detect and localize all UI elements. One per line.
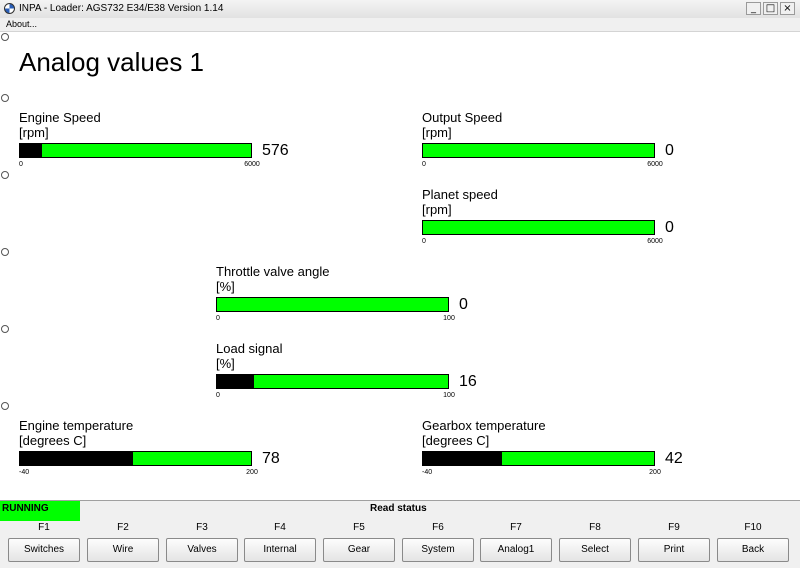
internal-button[interactable]: Internal	[244, 538, 316, 562]
gear-button[interactable]: Gear	[323, 538, 395, 562]
system-button[interactable]: System	[402, 538, 474, 562]
gauge-value: 0	[665, 142, 674, 159]
switches-button[interactable]: Switches	[8, 538, 80, 562]
gauge-label: Throttle valve angle	[216, 264, 330, 279]
gauge-max: 200	[246, 469, 258, 476]
menu-bar: About...	[0, 18, 800, 32]
fkey-label-f9: F9	[668, 522, 680, 533]
gauge-unit: [degrees C]	[19, 433, 87, 448]
fkey-label-f6: F6	[432, 522, 444, 533]
gauge-max: 6000	[244, 161, 260, 168]
title-bar: INPA - Loader: AGS732 E34/E38 Version 1.…	[0, 0, 800, 19]
row-marker-3[interactable]	[1, 171, 9, 179]
gauge-label: Planet speed	[422, 187, 498, 202]
gauge-max: 100	[443, 315, 455, 322]
gauge-bar	[422, 451, 655, 466]
gauge-bar	[19, 451, 252, 466]
gauge-label: Output Speed	[422, 110, 503, 125]
gauge-label: Gearbox temperature	[422, 418, 546, 433]
valves-button[interactable]: Valves	[166, 538, 238, 562]
fkey-label-f5: F5	[353, 522, 365, 533]
wire-button[interactable]: Wire	[87, 538, 159, 562]
row-marker-6[interactable]	[1, 402, 9, 410]
gauge-unit: [rpm]	[19, 125, 49, 140]
gauge-unit: [rpm]	[422, 202, 452, 217]
gauge-max: 200	[649, 469, 661, 476]
maximize-button[interactable]: □	[763, 2, 778, 15]
gauge-min: 0	[216, 392, 220, 399]
gauge-min: 0	[422, 238, 426, 245]
running-status-badge: RUNNING	[0, 501, 80, 521]
gauge-value: 576	[262, 142, 289, 159]
fkey-label-f8: F8	[589, 522, 601, 533]
gauge-min: 0	[216, 315, 220, 322]
row-marker-2[interactable]	[1, 94, 9, 102]
status-bar: RUNNING Read status F1 F2 F3 F4 F5 F6 F7…	[0, 500, 800, 568]
fkey-label-f4: F4	[274, 522, 286, 533]
page-title: Analog values 1	[19, 47, 205, 77]
gauge-min: 0	[422, 161, 426, 168]
back-button[interactable]: Back	[717, 538, 789, 562]
gauge-min: -40	[422, 469, 433, 476]
gauge-min: -40	[19, 469, 30, 476]
gauge-max: 100	[443, 392, 455, 399]
fkey-label-f10: F10	[744, 522, 762, 533]
gauge-fill	[217, 375, 254, 388]
fkey-label-f1: F1	[38, 522, 50, 533]
close-button[interactable]: ×	[780, 2, 795, 15]
gauge-value: 42	[665, 450, 683, 467]
analog1-button[interactable]: Analog1	[480, 538, 552, 562]
bmw-logo-icon	[4, 3, 15, 14]
gauge-bar	[216, 297, 449, 312]
print-button[interactable]: Print	[638, 538, 710, 562]
row-marker-1[interactable]	[1, 33, 9, 41]
fkey-label-f7: F7	[510, 522, 522, 533]
row-marker-4[interactable]	[1, 248, 9, 256]
gauge-fill	[20, 144, 43, 157]
gauge-unit: [degrees C]	[422, 433, 490, 448]
gauge-max: 6000	[647, 161, 663, 168]
gauge-value: 0	[665, 219, 674, 236]
gauge-unit: [%]	[216, 279, 235, 294]
read-status-text: Read status	[370, 503, 427, 514]
gauge-value: 0	[459, 296, 468, 313]
fkey-label-f3: F3	[196, 522, 208, 533]
gauge-value: 16	[459, 373, 477, 390]
gauge-value: 78	[262, 450, 280, 467]
window-title: INPA - Loader: AGS732 E34/E38 Version 1.…	[19, 3, 224, 14]
select-button[interactable]: Select	[559, 538, 631, 562]
gauge-max: 6000	[647, 238, 663, 245]
gauge-label: Engine Speed	[19, 110, 101, 125]
gauge-bar	[216, 374, 449, 389]
row-marker-5[interactable]	[1, 325, 9, 333]
minimize-button[interactable]: _	[746, 2, 761, 15]
gauge-unit: [rpm]	[422, 125, 452, 140]
gauge-fill	[20, 452, 134, 465]
gauge-bar	[422, 143, 655, 158]
gauge-fill	[423, 452, 502, 465]
gauge-unit: [%]	[216, 356, 235, 371]
gauge-label: Engine temperature	[19, 418, 134, 433]
gauge-bar	[422, 220, 655, 235]
gauge-label: Load signal	[216, 341, 283, 356]
gauge-bar	[19, 143, 252, 158]
fkey-label-f2: F2	[117, 522, 129, 533]
gauge-min: 0	[19, 161, 23, 168]
menu-about[interactable]: About...	[6, 19, 37, 29]
